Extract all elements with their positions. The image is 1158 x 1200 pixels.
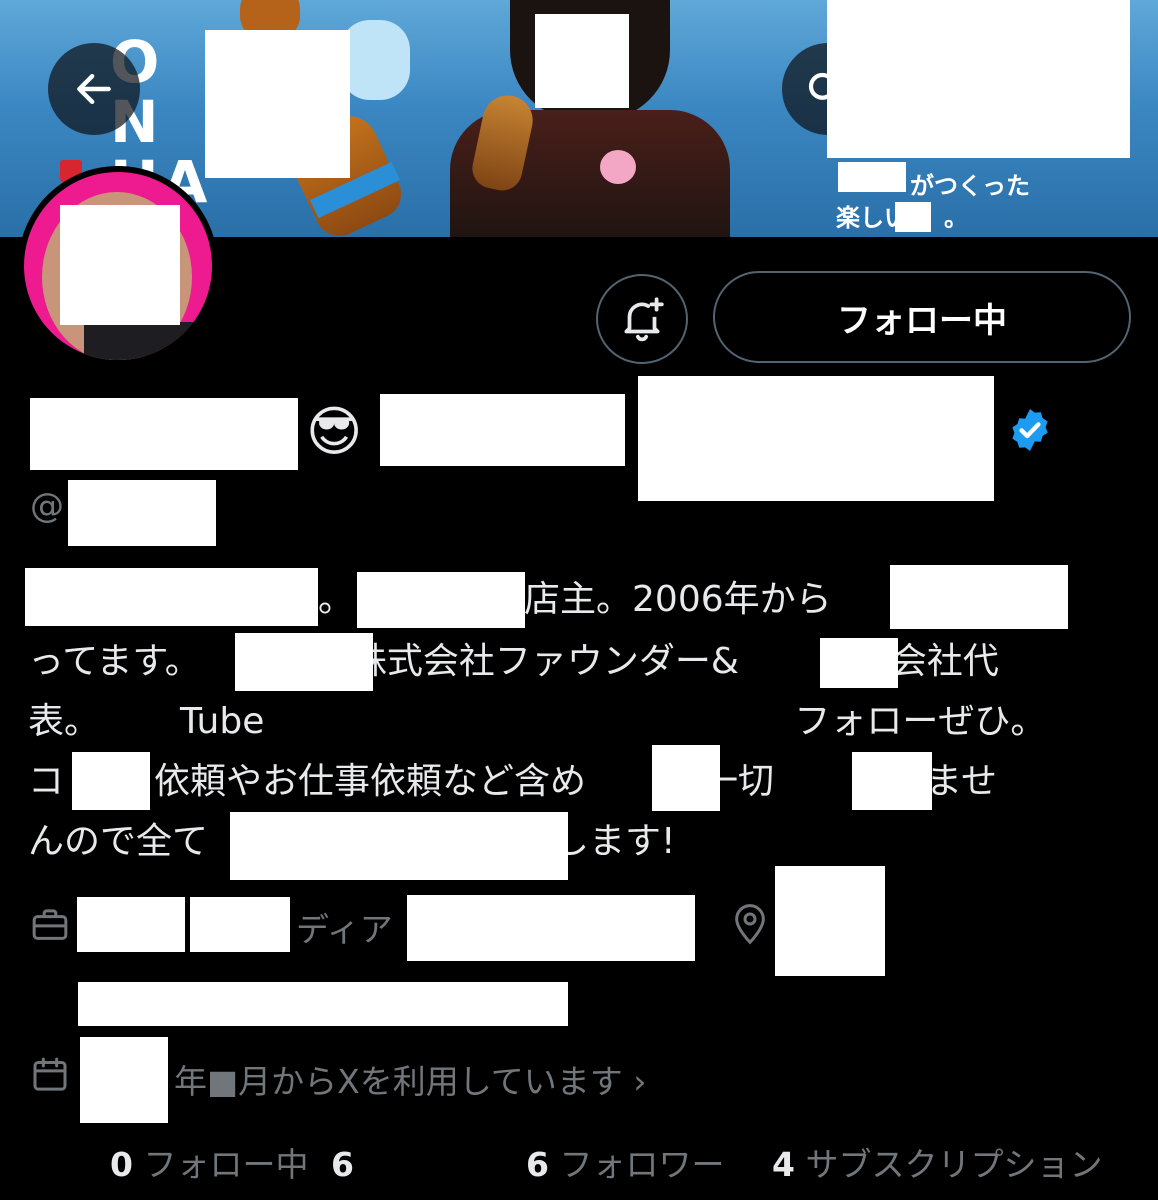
avatar-shirt: [84, 322, 204, 360]
redacted-block: [25, 568, 318, 626]
notification-subscribe-button[interactable]: [596, 274, 688, 364]
redacted-block: [820, 638, 898, 688]
redacted-block: [80, 1037, 168, 1123]
joined-date-text[interactable]: 年■月からXを利用しています ›: [174, 1055, 647, 1103]
redacted-block: [72, 752, 150, 810]
bell-plus-icon: [624, 297, 664, 342]
briefcase-icon: [32, 909, 68, 940]
display-name-redacted: [30, 398, 298, 470]
redacted-block: [60, 205, 180, 325]
calendar-icon: [33, 1057, 67, 1091]
banner-mascot: [340, 20, 410, 100]
redacted-block: [852, 752, 932, 810]
followers-count-link[interactable]: 6 フォロワー: [526, 1138, 724, 1186]
banner-tagline-line1: がつくった: [910, 171, 1030, 200]
banner-heart-emblem: [600, 150, 636, 184]
subscriptions-count-link[interactable]: 4 サブスクリプション: [772, 1138, 1102, 1186]
chevron-right-icon: ›: [633, 1062, 647, 1101]
category-text: ディア: [296, 910, 393, 949]
redacted-block: [77, 897, 185, 952]
arrow-left-icon: [77, 73, 111, 105]
redacted-block: [838, 162, 906, 192]
bio-line-3: 表。 Tube フォローぜひ。: [28, 701, 1047, 742]
website-link-redacted[interactable]: [78, 982, 568, 1026]
redacted-block: [205, 30, 350, 178]
redacted-block: [652, 745, 720, 811]
display-name-redacted: [638, 376, 994, 501]
redacted-block: [190, 897, 290, 952]
location-pin-icon: [735, 904, 765, 945]
verified-badge-icon[interactable]: [1006, 406, 1054, 454]
redacted-block: [895, 202, 931, 232]
following-count-link[interactable]: 0 フォロー中 6: [110, 1138, 354, 1186]
sunglasses-emoji-icon: 😎: [306, 400, 363, 463]
location-redacted: [775, 866, 885, 976]
redacted-block: [890, 565, 1068, 629]
redacted-block: [235, 633, 373, 691]
handle-redacted: [68, 480, 216, 546]
redacted-block: [535, 14, 629, 108]
back-button[interactable]: [48, 43, 140, 135]
redacted-block: [827, 0, 1130, 158]
redacted-block: [407, 895, 695, 961]
following-button[interactable]: フォロー中: [713, 271, 1131, 363]
display-name-redacted: [380, 394, 625, 466]
handle-prefix: @: [30, 486, 64, 526]
redacted-block: [357, 572, 525, 628]
redacted-block: [230, 812, 568, 880]
